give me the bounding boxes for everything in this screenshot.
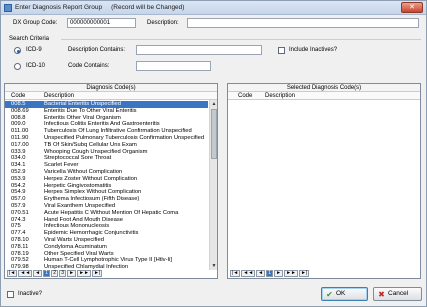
right-page-button[interactable]: |◄ (230, 270, 241, 277)
left-page-button[interactable]: ◄◄ (18, 270, 33, 277)
selected-codes-header: Code Description (228, 92, 420, 100)
checkmark-icon: ✔ (326, 290, 333, 299)
left-page-button[interactable]: 2 (51, 270, 59, 277)
code-contains-label: Code Contains: (68, 63, 110, 69)
icd10-radio[interactable] (14, 63, 21, 70)
search-criteria-divider (61, 39, 421, 40)
left-page-button[interactable]: 1 (43, 270, 51, 277)
inactive-label: Inactive? (18, 291, 43, 297)
col-code-header[interactable]: Code (11, 92, 25, 100)
include-inactives-label: Include Inactives? (289, 47, 338, 53)
scroll-up-icon[interactable]: ▲ (210, 100, 218, 108)
include-inactives-checkbox[interactable] (278, 47, 285, 54)
left-page-button[interactable]: ►| (91, 270, 103, 277)
diagnosis-codes-pager: |◄ ◄◄ ◄ 1 2 3 ► ►► ►| (7, 270, 103, 278)
dialog-window: Enter Diagnosis Report Group (Record wil… (0, 0, 427, 307)
selected-codes-panel: Selected Diagnosis Code(s) Code Descript… (227, 83, 421, 279)
ok-button[interactable]: ✔ OK (321, 287, 368, 301)
ok-button-label: OK (336, 290, 346, 297)
right-page-button[interactable]: ►| (298, 270, 310, 277)
selected-codes-title: Selected Diagnosis Code(s) (228, 84, 420, 92)
close-icon: ✕ (409, 4, 415, 11)
left-page-button[interactable]: ◄ (33, 270, 43, 277)
window-title-note: (Record will be Changed) (111, 4, 185, 11)
title-bar[interactable]: Enter Diagnosis Report Group (Record wil… (1, 1, 426, 15)
app-icon (4, 4, 12, 12)
right-page-button[interactable]: ►► (284, 270, 298, 277)
icd9-label: ICD-9 (26, 47, 42, 53)
right-page-button[interactable]: ◄ (256, 270, 266, 277)
diagnosis-codes-panel: Diagnosis Code(s) Code Description 008.5… (4, 83, 218, 279)
diagnosis-codes-header: Code Description (5, 92, 217, 100)
search-criteria-label: Search Criteria (9, 36, 50, 42)
description-contains-input[interactable] (136, 45, 262, 55)
right-page-button[interactable]: 1 (266, 270, 274, 277)
close-button[interactable]: ✕ (401, 2, 423, 13)
left-page-button[interactable]: 3 (59, 270, 67, 277)
diagnosis-codes-title: Diagnosis Code(s) (5, 84, 217, 92)
left-page-button[interactable]: ►► (77, 270, 91, 277)
selected-col-code-header[interactable]: Code (238, 92, 252, 100)
left-page-button[interactable]: |◄ (7, 270, 18, 277)
cancel-icon: ✖ (378, 290, 385, 299)
code-contains-input[interactable] (136, 61, 211, 71)
icd10-label: ICD-10 (26, 63, 46, 69)
selected-codes-pager: |◄ ◄◄ ◄ 1 ► ►► ►| (230, 270, 310, 278)
window-title: Enter Diagnosis Report Group (Record wil… (15, 4, 184, 11)
diagnosis-codes-scrollbar[interactable]: ▲ ▼ (209, 100, 217, 270)
cancel-button[interactable]: ✖ Cancel (373, 287, 422, 301)
description-contains-label: Description Contains: (68, 47, 126, 53)
description-input[interactable] (187, 18, 419, 28)
col-description-header[interactable]: Description (44, 92, 74, 100)
dx-group-code-label: DX Group Code: (13, 20, 58, 26)
selected-col-description-header[interactable]: Description (265, 92, 295, 100)
scroll-down-icon[interactable]: ▼ (210, 262, 218, 270)
dx-group-code-input[interactable]: 000000000001 (67, 18, 136, 28)
scroll-thumb[interactable] (211, 109, 217, 159)
left-page-button[interactable]: ► (67, 270, 77, 277)
window-title-text: Enter Diagnosis Report Group (15, 4, 103, 11)
description-label: Description: (147, 20, 179, 26)
right-page-button[interactable]: ► (274, 270, 284, 277)
cancel-button-label: Cancel (388, 290, 409, 297)
right-page-button[interactable]: ◄◄ (241, 270, 256, 277)
inactive-checkbox[interactable] (7, 291, 14, 298)
icd9-radio[interactable] (14, 47, 21, 54)
